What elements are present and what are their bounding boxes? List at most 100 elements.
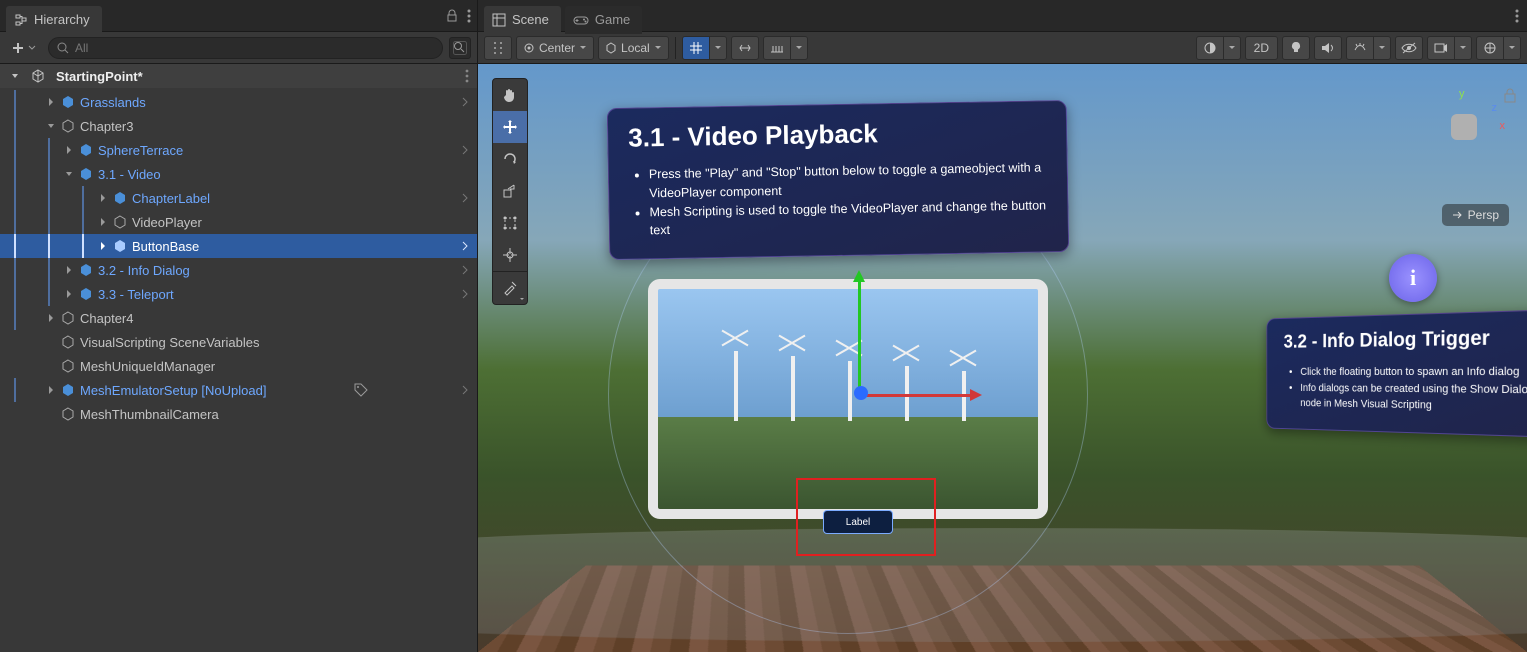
- rotate-tool[interactable]: [493, 143, 527, 175]
- visibility-toggle[interactable]: [1395, 36, 1423, 60]
- tree-item-chapter4[interactable]: Chapter4: [0, 306, 477, 330]
- scale-tool[interactable]: [493, 175, 527, 207]
- custom-tools-dropdown[interactable]: [493, 272, 527, 304]
- chevron-right-icon[interactable]: [461, 385, 469, 395]
- tree-item-sphereterrace[interactable]: SphereTerrace: [0, 138, 477, 162]
- search-input[interactable]: [75, 41, 434, 55]
- transform-tool[interactable]: [493, 239, 527, 271]
- chevron-right-icon[interactable]: [461, 265, 469, 275]
- fx-toggle[interactable]: [1346, 36, 1374, 60]
- expand-arrow-icon[interactable]: [62, 167, 76, 181]
- kebab-menu-icon[interactable]: [1515, 9, 1519, 23]
- hierarchy-tab[interactable]: Hierarchy: [6, 6, 102, 34]
- tree-label: Grasslands: [80, 95, 146, 110]
- snap-settings-button[interactable]: [763, 36, 791, 60]
- audio-toggle[interactable]: [1314, 36, 1342, 60]
- chevron-right-icon[interactable]: [461, 97, 469, 107]
- projection-label: Persp: [1468, 208, 1499, 222]
- gizmo-y-axis[interactable]: [858, 274, 861, 394]
- gizmo-z-label[interactable]: z: [1492, 102, 1498, 114]
- shading-mode-button[interactable]: [1196, 36, 1224, 60]
- scene-kebab-icon[interactable]: [465, 69, 477, 83]
- chevron-right-icon[interactable]: [461, 289, 469, 299]
- lock-icon[interactable]: [445, 9, 459, 23]
- fx-dropdown[interactable]: [1373, 36, 1391, 60]
- tree-item-teleport[interactable]: 3.3 - Teleport: [0, 282, 477, 306]
- shading-mode-dropdown[interactable]: [1223, 36, 1241, 60]
- expand-arrow-icon[interactable]: [44, 95, 58, 109]
- gizmo-x-label[interactable]: x: [1500, 120, 1506, 132]
- expand-arrow-icon[interactable]: [62, 287, 76, 301]
- gameobject-icon: [60, 406, 76, 422]
- scene-root-row[interactable]: StartingPoint*: [0, 64, 477, 88]
- tree-label: Chapter3: [80, 119, 133, 134]
- expand-arrow-icon[interactable]: [44, 383, 58, 397]
- tree-item-videoplayer[interactable]: VideoPlayer: [0, 210, 477, 234]
- expand-arrow-icon[interactable]: [44, 119, 58, 133]
- pivot-mode-dropdown[interactable]: Center: [516, 36, 594, 60]
- hand-tool[interactable]: [493, 79, 527, 111]
- toolbar-handle-icon[interactable]: [484, 36, 512, 60]
- move-gizmo[interactable]: [858, 394, 860, 396]
- gizmo-x-axis[interactable]: [858, 394, 978, 397]
- move-tool[interactable]: [493, 111, 527, 143]
- camera-button[interactable]: [1427, 36, 1455, 60]
- kebab-menu-icon[interactable]: [467, 9, 471, 23]
- tree-item-meshuid[interactable]: MeshUniqueIdManager: [0, 354, 477, 378]
- tree-item-meshemulator[interactable]: MeshEmulatorSetup [NoUpload]: [0, 378, 477, 402]
- expand-arrow-icon[interactable]: [96, 191, 110, 205]
- 2d-toggle[interactable]: 2D: [1245, 36, 1278, 60]
- prefab-icon: [78, 286, 94, 302]
- lighting-toggle[interactable]: [1282, 36, 1310, 60]
- gizmo-cube-icon[interactable]: [1451, 114, 1477, 140]
- scene-tab-bar: Scene Game: [478, 0, 1527, 32]
- expand-arrow-icon[interactable]: [62, 143, 76, 157]
- snap-settings-dropdown[interactable]: [790, 36, 808, 60]
- 2d-label: 2D: [1254, 41, 1269, 55]
- scene-tab[interactable]: Scene: [484, 6, 561, 34]
- grid-snap-button[interactable]: [682, 36, 710, 60]
- snap-increment-button[interactable]: [731, 36, 759, 60]
- tree-item-meshthumb[interactable]: MeshThumbnailCamera: [0, 402, 477, 426]
- chevron-right-icon[interactable]: [461, 241, 469, 251]
- gameobject-icon: [60, 310, 76, 326]
- gizmo-z-axis[interactable]: [854, 386, 868, 400]
- lock-icon[interactable]: [1503, 88, 1517, 104]
- world-panel-title: 3.1 - Video Playback: [628, 115, 1046, 153]
- expand-arrow-icon[interactable]: [96, 215, 110, 229]
- tree-item-grasslands[interactable]: Grasslands: [0, 90, 477, 114]
- world-panel-bullet: Info dialogs can be created using the Sh…: [1300, 380, 1527, 417]
- world-info-bubble[interactable]: i: [1389, 254, 1437, 302]
- search-by-type-button[interactable]: [449, 37, 471, 59]
- rect-tool[interactable]: [493, 207, 527, 239]
- gizmos-dropdown[interactable]: [1503, 36, 1521, 60]
- scene-tool-column: [492, 78, 528, 305]
- orientation-gizmo[interactable]: y x z: [1429, 92, 1499, 162]
- camera-dropdown[interactable]: [1454, 36, 1472, 60]
- expand-arrow-icon[interactable]: [62, 263, 76, 277]
- expand-arrow-icon[interactable]: [96, 239, 110, 253]
- expand-arrow-icon[interactable]: [44, 311, 58, 325]
- tree-item-buttonbase[interactable]: ButtonBase: [0, 234, 477, 258]
- game-tab[interactable]: Game: [565, 6, 642, 34]
- expand-arrow-icon[interactable]: [8, 69, 22, 83]
- gizmo-y-label[interactable]: y: [1459, 88, 1465, 100]
- tree-item-chapterlabel[interactable]: ChapterLabel: [0, 186, 477, 210]
- scene-icon: [492, 13, 506, 27]
- projection-badge[interactable]: Persp: [1442, 204, 1509, 226]
- chevron-right-icon[interactable]: [461, 193, 469, 203]
- tree-item-visualscripting[interactable]: VisualScripting SceneVariables: [0, 330, 477, 354]
- grid-snap-dropdown[interactable]: [709, 36, 727, 60]
- tree-label: 3.1 - Video: [98, 167, 161, 182]
- tree-item-infodialog[interactable]: 3.2 - Info Dialog: [0, 258, 477, 282]
- tree-item-chapter3[interactable]: Chapter3: [0, 114, 477, 138]
- scene-root-label: StartingPoint*: [56, 69, 143, 84]
- scene-viewport[interactable]: 3.1 - Video Playback Press the "Play" an…: [478, 64, 1527, 652]
- tree-label: ChapterLabel: [132, 191, 210, 206]
- create-dropdown[interactable]: [6, 40, 42, 56]
- space-mode-dropdown[interactable]: Local: [598, 36, 669, 60]
- hierarchy-search[interactable]: [48, 37, 443, 59]
- gizmos-toggle[interactable]: [1476, 36, 1504, 60]
- chevron-right-icon[interactable]: [461, 145, 469, 155]
- tree-item-video[interactable]: 3.1 - Video: [0, 162, 477, 186]
